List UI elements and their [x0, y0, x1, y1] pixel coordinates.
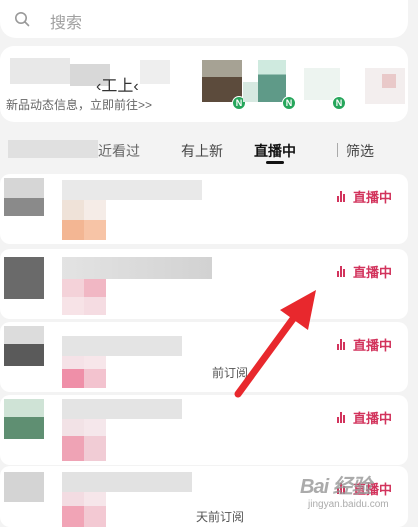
- subscribe-time: 天前订阅: [196, 510, 245, 524]
- watermark-brand: Bai 经验: [300, 476, 372, 498]
- live-label: 直播中: [353, 265, 393, 280]
- live-label: 直播中: [353, 411, 393, 426]
- live-bars-icon: [337, 339, 348, 350]
- blurred-thumb: [84, 419, 106, 461]
- blurred-title: [140, 60, 170, 84]
- live-bars-icon: [337, 191, 348, 202]
- search-placeholder: 搜索: [50, 15, 83, 32]
- blurred-name: [62, 472, 192, 492]
- avatar: [243, 82, 258, 102]
- tab-recently-viewed[interactable]: 近看过: [98, 141, 140, 161]
- blurred-name: [62, 180, 202, 200]
- avatar[interactable]: [258, 60, 286, 102]
- blurred-thumb: [62, 279, 84, 315]
- avatar[interactable]: [304, 68, 340, 100]
- blurred-thumb: [62, 200, 84, 240]
- list-item[interactable]: 直播中: [0, 395, 408, 465]
- tab-active-indicator: [266, 161, 284, 164]
- avatar: [4, 257, 44, 299]
- filter-tabs: 近看过 有上新 直播中 筛选: [0, 132, 418, 168]
- list-item[interactable]: 直播中: [0, 249, 408, 319]
- new-badge: N: [282, 96, 296, 110]
- promo-banner[interactable]: ‹工上‹ 新品动态信息，立即前往>> N N N: [0, 46, 408, 122]
- live-bars-icon: [337, 266, 348, 277]
- blurred-thumb: [84, 279, 106, 315]
- live-status: 直播中: [337, 335, 392, 354]
- avatar: [382, 74, 396, 88]
- blurred-thumb: [84, 356, 106, 388]
- live-status: 直播中: [337, 262, 392, 281]
- blurred-thumb: [62, 419, 84, 461]
- watermark-url: jingyan.baidu.com: [308, 499, 389, 510]
- tab-live[interactable]: 直播中: [254, 141, 296, 161]
- live-status: 直播中: [337, 408, 392, 427]
- new-badge: N: [332, 96, 346, 110]
- avatar: [4, 472, 44, 502]
- blurred-name: [62, 336, 182, 356]
- blurred-name: [62, 257, 212, 279]
- live-bars-icon: [337, 412, 348, 423]
- blurred-thumb: [84, 200, 106, 240]
- list-item[interactable]: 前订阅 直播中: [0, 322, 408, 392]
- live-status: 直播中: [337, 187, 392, 206]
- promo-title-fragment: ‹工上‹: [96, 78, 139, 95]
- tab-divider: [337, 143, 338, 157]
- search-bar[interactable]: 搜索: [0, 0, 408, 38]
- avatar: [4, 178, 44, 198]
- blurred-thumb: [62, 356, 84, 388]
- blurred-thumb: [84, 492, 106, 527]
- avatar: [4, 344, 44, 366]
- list-item[interactable]: 直播中: [0, 174, 408, 244]
- baidu-watermark: Bai 经验 jingyan.baidu.com: [300, 470, 389, 510]
- tab-new-arrivals[interactable]: 有上新: [181, 141, 223, 161]
- blurred-thumb: [62, 492, 84, 527]
- avatar: [4, 198, 44, 216]
- live-label: 直播中: [353, 190, 393, 205]
- avatar: [4, 417, 44, 439]
- avatar: [4, 326, 44, 344]
- live-label: 直播中: [353, 338, 393, 353]
- blurred-name: [62, 399, 182, 419]
- annotation-arrow: [234, 290, 316, 398]
- search-icon: [15, 12, 30, 27]
- avatar: [4, 399, 44, 417]
- blurred-tab: [8, 140, 98, 158]
- blurred-title: [10, 58, 70, 84]
- tab-filter[interactable]: 筛选: [346, 141, 374, 161]
- promo-subtitle: 新品动态信息，立即前往>>: [6, 98, 153, 112]
